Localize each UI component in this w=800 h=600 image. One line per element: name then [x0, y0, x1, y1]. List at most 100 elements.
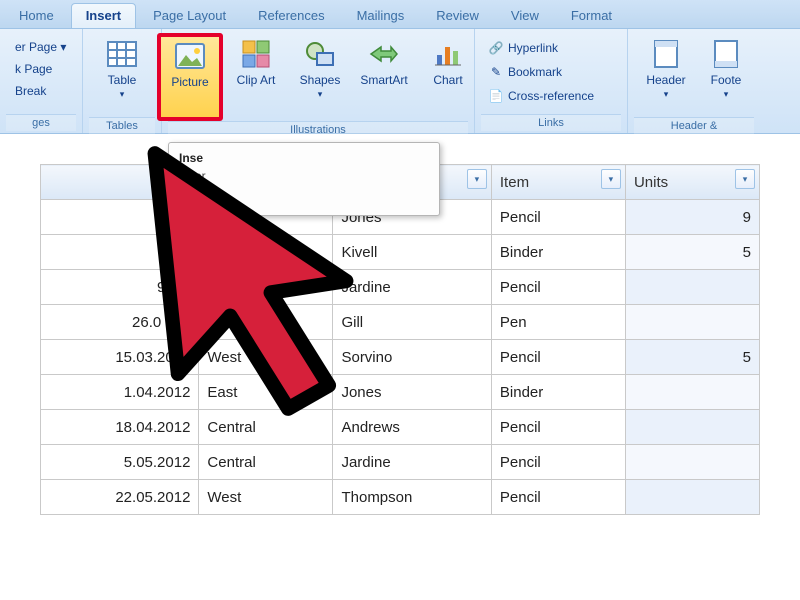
cell-region: East [199, 375, 333, 410]
cell-item: Pencil [491, 340, 625, 375]
cell-item: Pen [491, 305, 625, 340]
cell-item: Pencil [491, 410, 625, 445]
table-row[interactable]: 2lKivellBinder5 [41, 235, 760, 270]
cell-date: 22.05.2012 [41, 480, 199, 515]
header-label: Header [646, 74, 685, 88]
cell-date: 5.05.2012 [41, 445, 199, 480]
filter-icon[interactable]: ▾ [735, 169, 755, 189]
picture-icon [173, 39, 207, 73]
cell-units [625, 445, 759, 480]
cell-rep: Jardine [333, 445, 491, 480]
header-item[interactable]: Item▾ [491, 165, 625, 200]
table-row[interactable]: 5.05.2012CentralJardinePencil [41, 445, 760, 480]
tab-review[interactable]: Review [421, 3, 494, 28]
table-row[interactable]: 18.04.2012CentralAndrewsPencil [41, 410, 760, 445]
tab-page-layout[interactable]: Page Layout [138, 3, 241, 28]
group-title-links: Links [481, 114, 621, 131]
tab-view[interactable]: View [496, 3, 554, 28]
tab-home[interactable]: Home [4, 3, 69, 28]
cell-rep: Kivell [333, 235, 491, 270]
cell-region: l [199, 270, 333, 305]
table-button[interactable]: Table [91, 33, 153, 117]
chart-icon [431, 37, 465, 71]
cell-item: Pencil [491, 480, 625, 515]
cell-rep: Jones [333, 375, 491, 410]
data-table: ▾ ▾ Rep▾ Item▾ Units▾ JonesPencil92lKive… [40, 164, 760, 515]
page-break-button[interactable]: Break [8, 81, 73, 101]
cell-date: 1.04.2012 [41, 375, 199, 410]
cell-item: Binder [491, 375, 625, 410]
shapes-icon [303, 37, 337, 71]
cell-date: 18.04.2012 [41, 410, 199, 445]
cell-date: 15.03.2012 [41, 340, 199, 375]
picture-tooltip: Inse Inser ❔ Pres [168, 142, 440, 216]
shapes-dropdown-icon [318, 88, 323, 99]
hyperlink-button[interactable]: 🔗 Hyperlink [481, 37, 601, 59]
clip-art-icon [239, 37, 273, 71]
chart-button[interactable]: Chart [417, 33, 479, 117]
shapes-label: Shapes [300, 74, 341, 88]
header-dropdown-icon [664, 88, 669, 99]
bookmark-label: Bookmark [508, 65, 562, 79]
bookmark-icon: ✎ [488, 64, 504, 80]
group-title-tables: Tables [89, 117, 155, 134]
help-icon: ❔ [179, 191, 195, 207]
cell-rep: Andrews [333, 410, 491, 445]
smartart-label: SmartArt [360, 74, 407, 88]
header-icon [649, 37, 683, 71]
header-button[interactable]: Header [635, 33, 697, 117]
hyperlink-label: Hyperlink [508, 41, 558, 55]
filter-icon[interactable]: ▾ [467, 169, 487, 189]
tooltip-help-text: Pres [201, 192, 226, 206]
footer-icon [709, 37, 743, 71]
footer-dropdown-icon [724, 88, 729, 99]
picture-label: Picture [171, 76, 208, 90]
table-row[interactable]: 26.0 012CentGillPen [41, 305, 760, 340]
tab-insert[interactable]: Insert [71, 3, 136, 28]
group-title-headerfooter: Header & [634, 117, 754, 134]
table-body: JonesPencil92lKivellBinder59. 12lJardine… [41, 200, 760, 515]
cell-region: West [199, 480, 333, 515]
footer-label: Foote [711, 74, 742, 88]
tab-references[interactable]: References [243, 3, 339, 28]
cell-rep: Thompson [333, 480, 491, 515]
cell-item: Pencil [491, 445, 625, 480]
group-illustrations: Picture Clip Art Shapes SmartArt [162, 29, 475, 133]
cell-date: 26.0 012 [41, 305, 199, 340]
clip-art-button[interactable]: Clip Art [225, 33, 287, 117]
blank-page-button[interactable]: k Page [8, 59, 73, 79]
picture-button[interactable]: Picture [157, 33, 223, 121]
cell-region: Central [199, 445, 333, 480]
cell-rep: Sorvino [333, 340, 491, 375]
cell-units [625, 410, 759, 445]
cell-units [625, 305, 759, 340]
table-row[interactable]: 15.03.2012WestSorvinoPencil5 [41, 340, 760, 375]
shapes-button[interactable]: Shapes [289, 33, 351, 117]
footer-button[interactable]: Foote [699, 33, 753, 117]
group-links: 🔗 Hyperlink ✎ Bookmark 📄 Cross-reference… [475, 29, 628, 133]
smartart-button[interactable]: SmartArt [353, 33, 415, 117]
group-pages-fragment: er Page ▾ k Page Break ges [0, 29, 83, 133]
table-row[interactable]: 9. 12lJardinePencil [41, 270, 760, 305]
table-row[interactable]: 22.05.2012WestThompsonPencil [41, 480, 760, 515]
cover-page-button[interactable]: er Page ▾ [8, 37, 73, 57]
filter-icon[interactable]: ▾ [601, 169, 621, 189]
cell-units: 5 [625, 235, 759, 270]
tab-format[interactable]: Format [556, 3, 627, 28]
cross-reference-button[interactable]: 📄 Cross-reference [481, 85, 601, 107]
smartart-icon [367, 37, 401, 71]
header-units[interactable]: Units▾ [625, 165, 759, 200]
cross-reference-icon: 📄 [488, 88, 504, 104]
table-row[interactable]: 1.04.2012EastJonesBinder [41, 375, 760, 410]
cell-units [625, 375, 759, 410]
group-header-footer: Header Foote Header & [628, 29, 760, 133]
document-area: Inse Inser ❔ Pres ▾ ▾ Rep▾ Item▾ Units▾ … [0, 134, 800, 600]
tab-mailings[interactable]: Mailings [342, 3, 420, 28]
ribbon: er Page ▾ k Page Break ges Table Tables [0, 29, 800, 134]
clip-art-label: Clip Art [237, 74, 276, 88]
cell-units [625, 480, 759, 515]
table-label: Table [108, 74, 137, 88]
cell-region: Central [199, 410, 333, 445]
group-title-pages: ges [6, 114, 76, 131]
bookmark-button[interactable]: ✎ Bookmark [481, 61, 601, 83]
